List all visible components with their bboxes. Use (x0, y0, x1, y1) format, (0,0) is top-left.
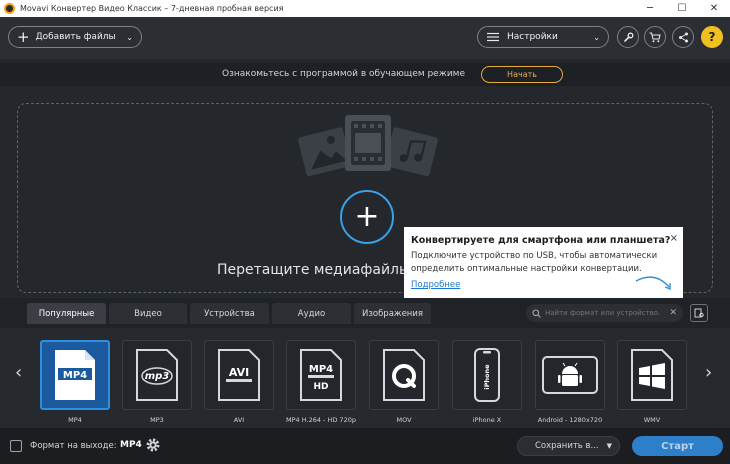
tools-button[interactable] (617, 26, 639, 48)
curved-arrow-icon (635, 276, 671, 291)
plus-icon: + (17, 27, 30, 46)
help-button[interactable]: ? (701, 26, 723, 48)
output-format-icon (10, 440, 22, 452)
format-label-iphone: iPhone X (472, 416, 502, 424)
tutorial-text: Ознакомьтесь с программой в обучающем ре… (221, 69, 466, 79)
avi-badge-text: AVI (229, 366, 249, 379)
window-title: Movavi Конвертер Видео Классик – 7-дневн… (20, 4, 284, 13)
help-icon: ? (708, 30, 716, 44)
maximize-button[interactable]: ☐ (666, 0, 698, 17)
output-format-label: Формат на выходе: (30, 441, 117, 451)
format-search-input[interactable] (545, 309, 661, 317)
save-to-button[interactable]: Сохранить в... ▼ (517, 436, 620, 456)
settings-button[interactable]: Настройки ⌄ (477, 26, 609, 48)
cart-icon (649, 31, 661, 42)
format-card-android[interactable] (535, 340, 605, 410)
mp3-icon: mp3 (136, 349, 178, 401)
format-card-mp4[interactable]: MP4 (40, 340, 110, 410)
drop-hint-text: Перетащите медиафайлы (217, 262, 411, 278)
tab-audio[interactable]: Аудио (272, 303, 351, 324)
format-carousel: ‹ › MP4 MP4 mp3 MP3 AVI AVI MP4 HD MP4 H… (0, 328, 730, 428)
share-button[interactable] (672, 26, 694, 48)
format-tabs: Популярные Видео Устройства Аудио Изобра… (27, 303, 434, 324)
convert-button[interactable]: Старт (632, 436, 723, 456)
carousel-next-button[interactable]: › (705, 362, 712, 383)
iphone-icon: iPhone (474, 348, 500, 402)
carousel-prev-button[interactable]: ‹ (15, 362, 22, 383)
mp3-badge-text: mp3 (145, 371, 170, 382)
close-button[interactable]: ✕ (698, 0, 730, 17)
device-tip-popup: Конвертируете для смартфона или планшета… (404, 227, 683, 302)
add-media-button[interactable]: + (340, 190, 394, 244)
tab-popular[interactable]: Популярные (27, 303, 106, 324)
format-label-avi: AVI (233, 416, 245, 424)
format-panel: Популярные Видео Устройства Аудио Изобра… (0, 298, 730, 428)
add-files-label: Добавить файлы (35, 32, 116, 42)
mp4-hd-badge-text: MP4 (309, 364, 333, 375)
title-bar: Movavi Конвертер Видео Классик – 7-дневн… (0, 0, 730, 17)
format-card-iphone[interactable]: iPhone (452, 340, 522, 410)
tab-video[interactable]: Видео (109, 303, 187, 324)
clear-search-icon[interactable]: ✕ (669, 308, 677, 318)
app-logo-icon (4, 3, 15, 14)
tab-devices[interactable]: Устройства (190, 303, 269, 324)
chevron-down-icon: ⌄ (593, 32, 600, 42)
format-search-box: ✕ (526, 304, 683, 322)
avi-icon: AVI (218, 349, 260, 401)
tutorial-banner: Ознакомьтесь с программой в обучающем ре… (0, 62, 730, 86)
add-files-button[interactable]: + Добавить файлы ⌄ (8, 26, 142, 48)
mp4-badge-text: MP4 (63, 370, 87, 381)
format-label-mov: MOV (396, 416, 412, 424)
output-format-value[interactable]: MP4 (120, 440, 142, 450)
mp4-icon: MP4 (55, 350, 95, 400)
media-files-icon (298, 115, 438, 177)
iphone-badge-text: iPhone (483, 364, 491, 390)
format-card-mp4-hd[interactable]: MP4 HD (286, 340, 356, 410)
windows-icon (631, 349, 673, 401)
tip-title: Конвертируете для смартфона или планшета… (411, 235, 671, 246)
chevron-down-icon: ⌄ (126, 32, 133, 42)
format-card-mov[interactable] (369, 340, 439, 410)
settings-label: Настройки (507, 32, 558, 42)
toolbar: + Добавить файлы ⌄ Настройки ⌄ ? (0, 17, 730, 59)
tab-images[interactable]: Изображения (354, 303, 431, 324)
minimize-button[interactable]: ─ (634, 0, 666, 17)
save-to-label: Сохранить в... (535, 441, 599, 451)
bottom-bar: Формат на выходе: MP4 Сохранить в... ▼ С… (0, 428, 730, 464)
format-card-wmv[interactable] (617, 340, 687, 410)
format-label-mp3: MP3 (150, 416, 164, 424)
format-card-mp3[interactable]: mp3 (122, 340, 192, 410)
wrench-icon (623, 32, 633, 42)
chevron-down-icon: ▼ (606, 442, 612, 450)
format-label-mp4-hd: MP4 H.264 - HD 720p (286, 416, 356, 424)
start-tutorial-button[interactable]: Начать (481, 65, 564, 83)
search-icon (532, 308, 541, 318)
share-icon (678, 32, 688, 42)
sliders-icon (487, 32, 499, 42)
gear-icon[interactable] (145, 437, 161, 453)
format-label-android: Android - 1280x720 (537, 416, 603, 424)
store-button[interactable] (644, 26, 666, 48)
quicktime-icon (383, 349, 425, 401)
format-settings-button[interactable] (690, 304, 708, 322)
tip-close-button[interactable]: × (670, 233, 678, 244)
format-label-mp4: MP4 (68, 416, 82, 424)
svg-text:HD: HD (313, 382, 328, 392)
mp4-hd-icon: MP4 HD (300, 349, 342, 401)
format-label-wmv: WMV (643, 416, 661, 424)
format-card-avi[interactable]: AVI (204, 340, 274, 410)
android-icon (542, 356, 598, 394)
format-settings-icon (694, 308, 704, 318)
plus-icon: + (354, 199, 380, 234)
tip-more-link[interactable]: Подробнее (411, 280, 460, 290)
